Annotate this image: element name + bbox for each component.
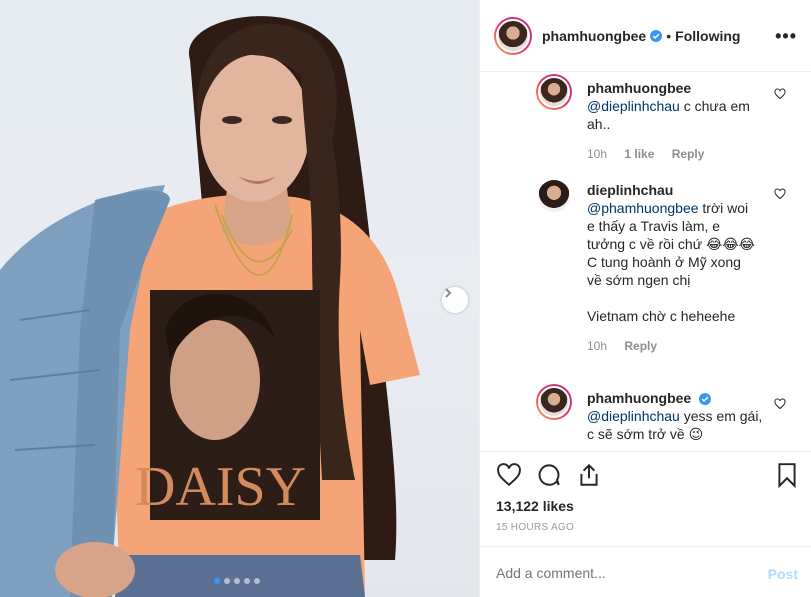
carousel-dot	[224, 578, 230, 584]
header-username[interactable]: phamhuongbee	[542, 28, 646, 44]
comment-mention[interactable]: @dieplinhchau	[587, 98, 680, 114]
carousel-dot	[254, 578, 260, 584]
chevron-right-icon	[445, 288, 452, 298]
likes-count[interactable]: 13,122 likes	[496, 498, 574, 514]
bookmark-icon[interactable]	[776, 462, 798, 488]
header-separator: •	[666, 27, 672, 44]
add-comment-input[interactable]	[496, 565, 746, 581]
more-options-icon[interactable]: •••	[775, 26, 797, 47]
comment-reply-button[interactable]: Reply	[624, 339, 657, 353]
comment-username[interactable]: dieplinhchau	[587, 182, 673, 198]
photo-illustration: DAISY	[0, 16, 420, 597]
comment-likes[interactable]: 1 like	[624, 147, 654, 161]
comment-avatar[interactable]	[536, 384, 572, 420]
verified-badge-icon	[699, 393, 712, 406]
next-photo-button[interactable]	[442, 287, 468, 313]
post-actions: 13,122 likes 15 HOURS AGO	[480, 451, 811, 546]
shirt-print-text: DAISY	[135, 456, 306, 518]
comment-mention[interactable]: @dieplinhchau	[587, 408, 680, 424]
comment-username[interactable]: phamhuongbee	[587, 80, 691, 96]
like-heart-icon[interactable]	[496, 462, 522, 488]
comment-reply-button[interactable]: Reply	[672, 147, 705, 161]
post-timestamp[interactable]: 15 HOURS AGO	[496, 522, 574, 533]
share-icon[interactable]	[576, 462, 602, 488]
comments-list[interactable]: phamhuongbee @dieplinhchau c chưa em ah.…	[480, 72, 811, 451]
comment-mention[interactable]: @phamhuongbee	[587, 200, 699, 216]
carousel-dot	[234, 578, 240, 584]
carousel-dot	[244, 578, 250, 584]
post-photo[interactable]: DAISY	[0, 0, 479, 597]
carousel-dot	[214, 578, 220, 584]
like-comment-heart-icon[interactable]	[774, 398, 786, 410]
comment-item: dieplinhchau @phamhuongbee trời woi e th…	[536, 178, 786, 378]
add-comment-bar: Post	[480, 546, 811, 597]
comment-time[interactable]: 10h	[587, 147, 607, 161]
comment-item: phamhuongbee @dieplinhchau yess em gái, …	[536, 384, 786, 451]
carousel-dots	[214, 578, 260, 584]
verified-badge-icon	[650, 29, 663, 42]
comment-bubble-icon[interactable]	[536, 462, 562, 488]
post-header: phamhuongbee • Following •••	[480, 0, 811, 72]
comment-time[interactable]: 10h	[587, 339, 607, 353]
comment-avatar[interactable]	[536, 74, 572, 110]
comment-item: phamhuongbee @dieplinhchau c chưa em ah.…	[536, 74, 786, 169]
comment-text-line: C tung hoành ở Mỹ xong về sớm ngen chị	[587, 254, 741, 288]
header-avatar[interactable]	[494, 16, 532, 55]
comment-avatar[interactable]	[538, 180, 570, 212]
comment-text-line: Vietnam chờ c heheehe	[587, 308, 736, 324]
post-comment-button[interactable]: Post	[768, 566, 798, 582]
following-button[interactable]: Following	[675, 28, 740, 44]
comment-username[interactable]: phamhuongbee	[587, 390, 691, 406]
post-side-panel: phamhuongbee • Following ••• phamhuongbe…	[479, 0, 811, 597]
like-comment-heart-icon[interactable]	[774, 88, 786, 100]
like-comment-heart-icon[interactable]	[774, 188, 786, 200]
